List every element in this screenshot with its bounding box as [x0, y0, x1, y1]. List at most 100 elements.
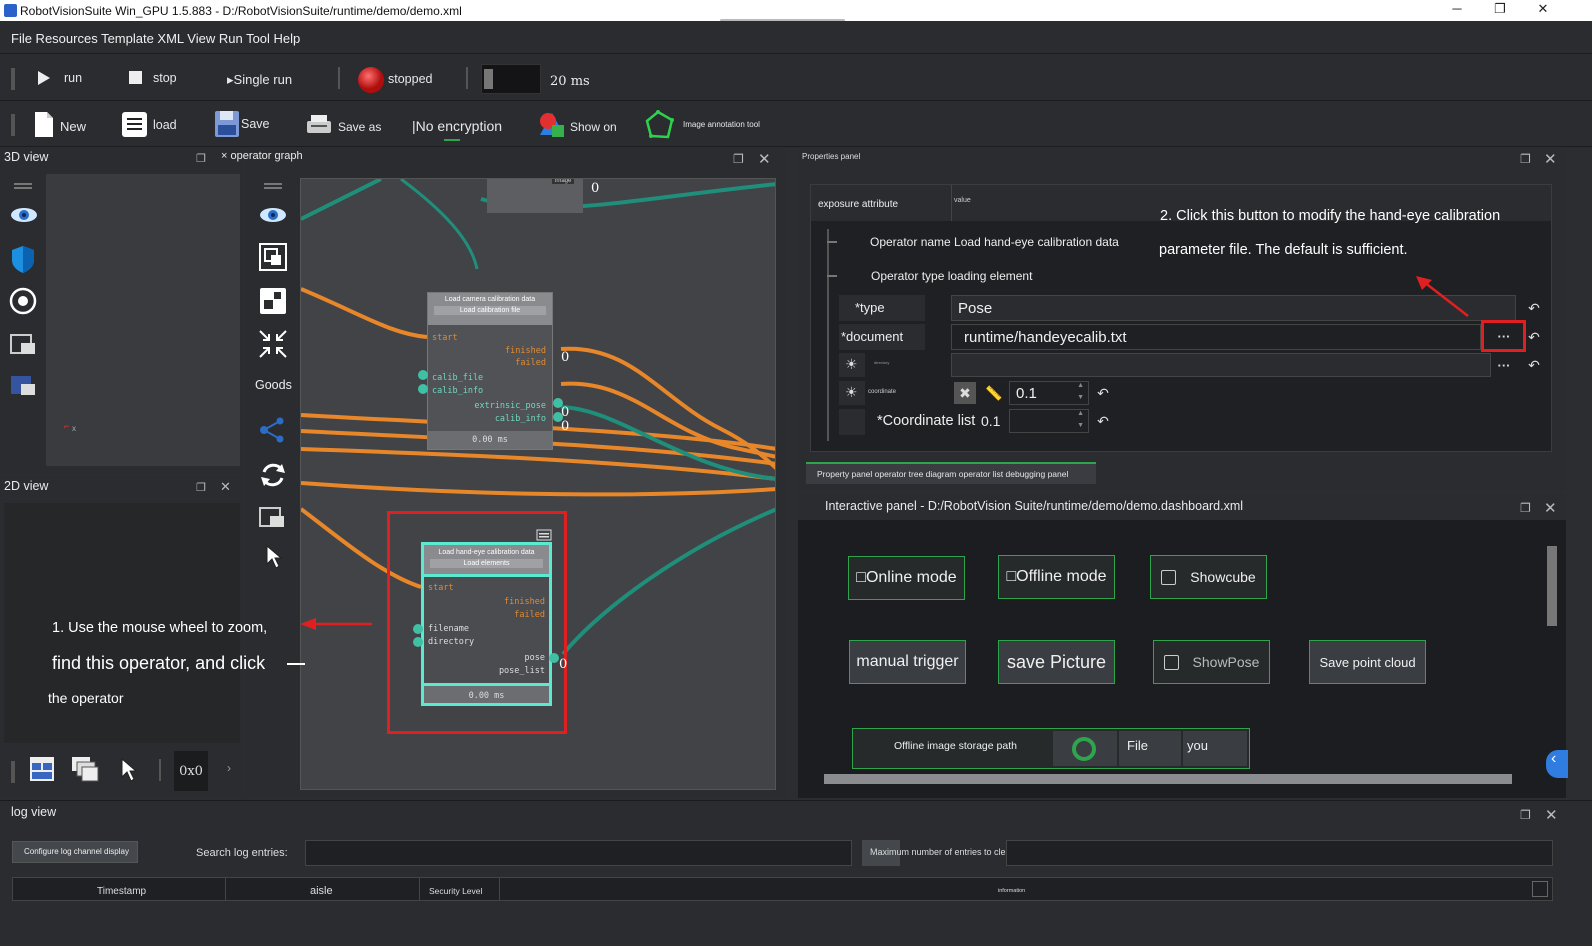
load-hand-eye-calibration-node[interactable]: Load hand-eye calibration data Load elem…: [421, 542, 552, 706]
float-icon[interactable]: ❐: [1520, 152, 1531, 166]
table-corner-button[interactable]: [1532, 881, 1548, 897]
layout-icon[interactable]: [258, 286, 288, 316]
maximize-button[interactable]: ❐: [1480, 1, 1520, 19]
shield-icon[interactable]: [10, 244, 36, 274]
configure-log-button[interactable]: Configure log channel display: [12, 841, 138, 863]
toolbar-grip[interactable]: [11, 114, 15, 136]
coordinate-list-spinbox[interactable]: ▲ ▼: [1009, 409, 1089, 433]
spin-down-icon[interactable]: ▼: [1077, 394, 1084, 401]
column-security-level[interactable]: Security Level: [420, 878, 500, 900]
new-button[interactable]: New: [34, 111, 86, 141]
ruler-button[interactable]: 📏: [983, 382, 1005, 404]
close-window-button[interactable]: ✕: [1523, 1, 1563, 19]
pointer-icon[interactable]: [119, 757, 139, 783]
column-aisle[interactable]: aisle: [226, 878, 420, 900]
spin-down-icon[interactable]: ▼: [1077, 422, 1084, 429]
horizontal-scrollbar[interactable]: [816, 772, 1531, 786]
target-icon[interactable]: [9, 287, 37, 315]
checkbox-icon[interactable]: [1161, 569, 1177, 585]
column-information[interactable]: information: [500, 878, 1530, 900]
online-mode-button[interactable]: □Online mode: [848, 556, 965, 600]
single-run-button[interactable]: ▸Single run: [227, 72, 292, 88]
share-nodes-icon[interactable]: [258, 416, 286, 444]
spin-up-icon[interactable]: ▲: [1077, 410, 1084, 417]
browse-directory-button[interactable]: ···: [1493, 354, 1515, 376]
panel-tabs-label[interactable]: Property panel operator tree diagram ope…: [817, 469, 1068, 479]
coordinate-spinbox[interactable]: 0.1 ▲ ▼: [1009, 381, 1089, 405]
scrollbar-thumb[interactable]: [824, 774, 1512, 784]
float-icon[interactable]: ❐: [1520, 808, 1531, 822]
reset-document-button[interactable]: ↶: [1523, 326, 1545, 348]
save-as-button[interactable]: Save as: [305, 113, 381, 138]
output-pin[interactable]: [549, 653, 559, 663]
stop-button[interactable]: stop: [128, 70, 177, 88]
collapse-arrows-icon[interactable]: [257, 328, 289, 360]
handle-icon[interactable]: [14, 183, 32, 185]
interval-slider[interactable]: [481, 64, 541, 94]
slider-handle[interactable]: [484, 69, 493, 89]
view-3d-canvas[interactable]: ⌐ x: [46, 174, 240, 466]
eye-icon[interactable]: [258, 204, 288, 226]
you-button[interactable]: you: [1183, 731, 1247, 766]
spin-up-icon[interactable]: ▲: [1077, 382, 1084, 389]
refresh-icon[interactable]: [258, 460, 288, 490]
list-icon[interactable]: [536, 529, 552, 541]
image-capture-icon[interactable]: [9, 372, 37, 398]
column-attribute[interactable]: exposure attribute: [818, 199, 898, 210]
camera-frame-icon[interactable]: [9, 331, 37, 357]
load-camera-calibration-node[interactable]: Load camera calibration data Load calibr…: [427, 292, 553, 450]
float-icon[interactable]: ❐: [733, 152, 744, 166]
reset-coordinate-list-button[interactable]: ↶: [1092, 410, 1114, 432]
showcube-checkbox[interactable]: Showcube: [1150, 555, 1267, 599]
input-pin[interactable]: [418, 370, 428, 380]
vertical-scrollbar[interactable]: [1546, 538, 1558, 776]
close-icon[interactable]: ✕: [1545, 806, 1558, 824]
goods-label[interactable]: Goods: [255, 378, 292, 392]
input-pin[interactable]: [413, 637, 423, 647]
close-icon[interactable]: ✕: [1544, 150, 1557, 168]
close-icon[interactable]: ✕: [758, 150, 771, 168]
save-picture-button[interactable]: save Picture: [998, 640, 1115, 684]
expand-side-button[interactable]: ‹: [1546, 750, 1568, 778]
graph-canvas[interactable]: image 0 Load camera calibration data Loa…: [300, 178, 776, 790]
run-button[interactable]: run: [36, 69, 82, 90]
minimize-button[interactable]: ─: [1437, 1, 1477, 19]
eye-icon[interactable]: [9, 204, 39, 226]
manual-trigger-button[interactable]: manual trigger: [849, 640, 966, 684]
handle-icon[interactable]: [264, 183, 282, 185]
scrollbar-thumb[interactable]: [1547, 546, 1557, 626]
toolbar-grip[interactable]: [11, 761, 15, 783]
browse-file-button[interactable]: ···: [1493, 325, 1515, 347]
column-value[interactable]: value: [954, 197, 971, 204]
directory-field[interactable]: [951, 353, 1491, 377]
window-cascade-icon[interactable]: [70, 755, 100, 783]
load-button[interactable]: load: [121, 111, 177, 141]
offline-mode-button[interactable]: □Offline mode: [998, 555, 1115, 599]
encryption-toggle[interactable]: |No encryption: [412, 118, 502, 134]
save-button[interactable]: Save: [215, 111, 270, 140]
max-entries-field[interactable]: [1006, 840, 1553, 866]
save-point-cloud-button[interactable]: Save point cloud: [1309, 640, 1426, 684]
annotation-tool-button[interactable]: Image annotation tool: [645, 110, 760, 143]
coordinate-tool-button[interactable]: ✖: [954, 382, 976, 404]
reset-type-button[interactable]: ↶: [1523, 297, 1545, 319]
reset-coordinate-button[interactable]: ↶: [1092, 382, 1114, 404]
show-on-button[interactable]: Show on: [538, 111, 617, 142]
float-icon[interactable]: ❐: [196, 152, 206, 165]
toolbar-grip[interactable]: [11, 68, 15, 90]
camera-frame-icon[interactable]: [258, 504, 286, 530]
input-pin[interactable]: [418, 384, 428, 394]
input-pin[interactable]: [413, 624, 423, 634]
column-timestamp[interactable]: Timestamp: [13, 878, 226, 900]
checkbox-icon[interactable]: [1163, 654, 1179, 670]
zoom-fit-icon[interactable]: [258, 242, 288, 272]
chevron-right-icon[interactable]: ›: [227, 761, 231, 775]
float-icon[interactable]: ❐: [1520, 501, 1531, 515]
reset-directory-button[interactable]: ↶: [1523, 354, 1545, 376]
showpose-checkbox[interactable]: ShowPose: [1153, 640, 1270, 684]
operator-graph-tab[interactable]: × operator graph: [221, 150, 303, 162]
menu-items[interactable]: File Resources Template XML View Run Too…: [11, 31, 300, 46]
properties-tab-bar[interactable]: Property panel operator tree diagram ope…: [806, 462, 1096, 484]
menu-bar[interactable]: File Resources Template XML View Run Too…: [0, 21, 1592, 54]
file-button[interactable]: File: [1119, 731, 1181, 766]
